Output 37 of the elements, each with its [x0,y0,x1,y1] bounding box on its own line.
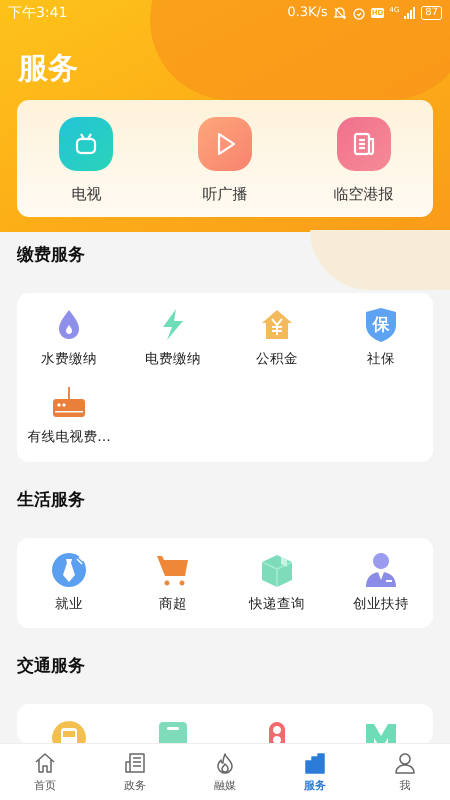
bell-muted-icon [332,6,347,20]
alarm-icon [352,6,366,20]
tab[interactable]: 政务 [90,752,180,796]
service-item[interactable]: 创业扶持 [329,552,433,614]
quick-link[interactable]: 临空港报 [294,111,434,206]
service-item[interactable]: 快递查询 [225,552,329,614]
service-item[interactable]: 公积金 [225,307,329,370]
newspaper-icon [336,117,391,172]
tv-icon [59,117,114,172]
person-icon [363,552,399,588]
newspaper-icon [124,752,146,774]
status-time: 下午3:41 [8,4,68,22]
shield-icon: 保 [364,307,398,343]
service-item[interactable]: 有线电视费… [17,385,121,448]
home-icon [34,752,56,774]
network-speed: 0.3K/s [287,4,328,22]
page-title: 服务 [18,50,78,88]
service-item[interactable]: 保 社保 [329,307,433,370]
tab[interactable]: 服务 [270,752,360,796]
service-item[interactable]: 就业 [17,552,121,614]
signal-icon [404,7,416,19]
service-item[interactable]: 水费缴纳 [17,307,121,370]
section-title: 缴费服务 [17,244,85,267]
service-item[interactable]: 电费缴纳 [121,307,225,370]
section-title: 生活服务 [17,488,85,512]
quick-link[interactable]: 电视 [17,111,156,206]
buildings-icon [304,752,326,774]
section-title: 交通服务 [17,654,85,678]
battery-indicator: 87 [421,6,442,20]
tab[interactable]: 融媒 [180,752,270,796]
quick-link[interactable]: 听广播 [156,111,294,206]
tab[interactable]: 我 [360,752,450,796]
service-item[interactable]: 商超 [121,552,225,614]
play-icon [198,117,252,172]
person-icon [394,752,416,774]
tie-icon [51,552,87,588]
tab[interactable]: 首页 [0,752,90,796]
